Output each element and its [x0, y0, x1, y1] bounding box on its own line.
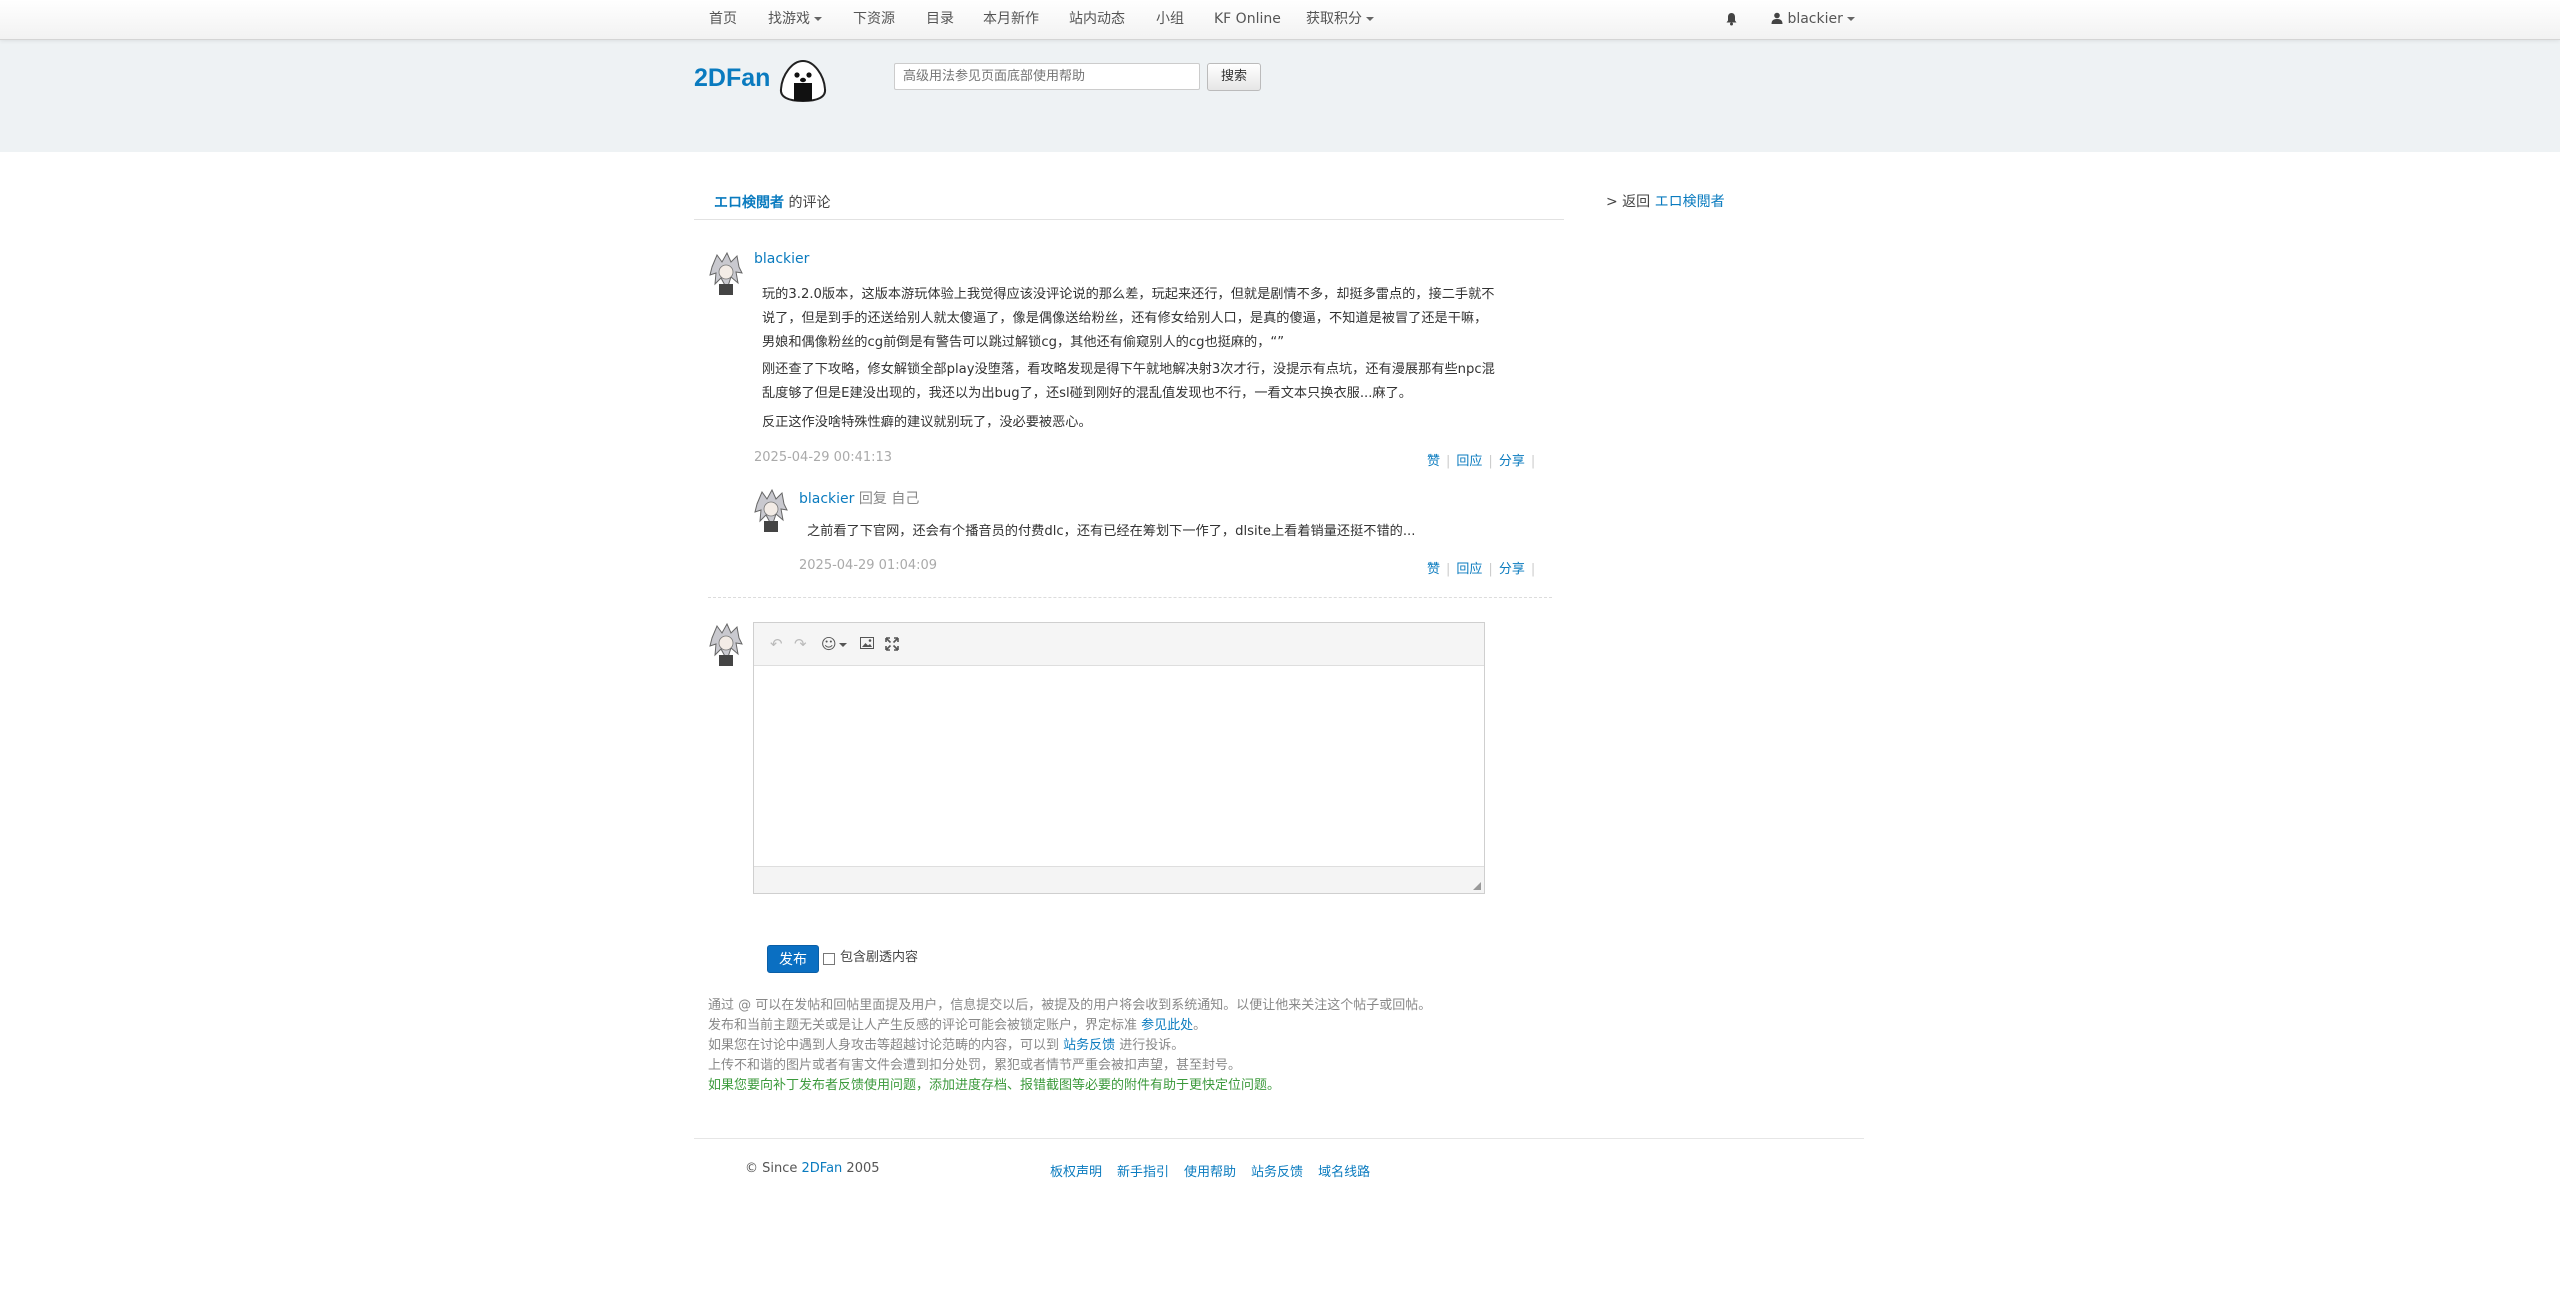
- chevron-down-icon: [814, 17, 822, 21]
- chevron-down-icon: [838, 642, 847, 647]
- nav-site-activity[interactable]: 站内动态: [1069, 0, 1125, 39]
- redo-icon[interactable]: ↷: [794, 635, 807, 653]
- note-upload: 上传不和谐的图片或者有害文件会遭到扣分处罚，累犯或者情节严重会被扣声望，甚至封号…: [708, 1058, 1242, 1073]
- note-mention: 通过 @ 可以在发帖和回帖里面提及用户，信息提交以后，被提及的用户将会收到系统通…: [708, 998, 1432, 1013]
- back-game-link[interactable]: エロ検閲者: [1655, 194, 1725, 210]
- header-band: [0, 39, 2560, 152]
- action-separator: |: [1446, 562, 1451, 577]
- share-button[interactable]: 分享: [1499, 562, 1525, 577]
- action-separator: |: [1446, 454, 1451, 469]
- comment-actions: 赞 | 回应 | 分享 |: [1427, 450, 1541, 469]
- reply-header: blackier 回复 自己: [799, 488, 919, 508]
- comment-line: 男娘和偶像粉丝的cg前倒是有警告可以跳过解锁cg，其他还有偷窥别人的cg也挺麻的…: [762, 335, 1285, 350]
- reply-username[interactable]: blackier: [799, 491, 854, 507]
- comment-body: 玩的3.2.0版本，这版本游玩体验上我觉得应该没评论说的那么差，玩起来还行，但就…: [762, 283, 1495, 435]
- avatar: [707, 622, 745, 666]
- action-separator: |: [1530, 454, 1536, 469]
- nav-get-points-label: 获取积分: [1306, 11, 1362, 27]
- footer-link-feedback[interactable]: 站务反馈: [1251, 1165, 1303, 1180]
- feedback-link[interactable]: 站务反馈: [1063, 1038, 1115, 1053]
- footer-links: 板权声明 新手指引 使用帮助 站务反馈 域名线路: [1050, 1161, 1385, 1180]
- user-menu[interactable]: blackier: [1771, 0, 1855, 39]
- reply-hint: 回复 自己: [854, 491, 920, 507]
- note-rules: 发布和当前主题无关或是让人产生反感的评论可能会被锁定账户，界定标准 参见此处。: [708, 1014, 1206, 1033]
- footer-copy-prefix: © Since: [745, 1161, 802, 1176]
- nav-groups[interactable]: 小组: [1156, 0, 1184, 39]
- share-button[interactable]: 分享: [1499, 454, 1525, 469]
- comment-line: 玩的3.2.0版本，这版本游玩体验上我觉得应该没评论说的那么差，玩起来还行，但就…: [762, 287, 1495, 302]
- footer-link-domains[interactable]: 域名线路: [1318, 1165, 1370, 1180]
- nav-catalog[interactable]: 目录: [926, 0, 954, 39]
- reply-timestamp: 2025-04-29 01:04:09: [799, 558, 938, 573]
- breadcrumb-game-link[interactable]: エロ検閲者: [714, 195, 784, 211]
- avatar[interactable]: [752, 488, 790, 532]
- footer-link-copyright[interactable]: 板权声明: [1050, 1165, 1102, 1180]
- note-report-end: 进行投诉。: [1115, 1038, 1185, 1053]
- action-separator: |: [1530, 562, 1536, 577]
- footer-divider: [694, 1138, 1864, 1139]
- comment-line: 刚还查了下攻略，修女解锁全部play没堕落，看攻略发现是得下午就地解决射3次才行…: [762, 362, 1495, 377]
- reply-body: 之前看了下官网，还会有个播音员的付费dlc，还有已经在筹划下一作了，dlsite…: [807, 524, 1416, 539]
- image-icon[interactable]: [860, 637, 874, 649]
- title-divider: [694, 219, 1564, 220]
- nav-new-this-month[interactable]: 本月新作: [983, 0, 1039, 39]
- search-input[interactable]: [894, 63, 1200, 90]
- like-button[interactable]: 赞: [1427, 562, 1440, 577]
- footer-link-help[interactable]: 使用帮助: [1184, 1165, 1236, 1180]
- comment-timestamp: 2025-04-29 00:41:13: [754, 450, 893, 465]
- respond-button[interactable]: 回应: [1456, 562, 1482, 577]
- resize-handle[interactable]: [1473, 882, 1481, 890]
- breadcrumb-suffix: 的评论: [784, 195, 831, 211]
- comment-line: 乱度够了但是E建没出现的，我还以为出bug了，还sl碰到刚好的混乱值发现也不行，…: [762, 386, 1412, 401]
- action-separator: |: [1488, 562, 1493, 577]
- reply-actions: 赞 | 回应 | 分享 |: [1427, 558, 1541, 577]
- note-rules-end: 。: [1193, 1018, 1207, 1033]
- footer-copy-year: 2005: [842, 1161, 880, 1176]
- back-prefix: > 返回: [1606, 194, 1655, 210]
- like-button[interactable]: 赞: [1427, 454, 1440, 469]
- undo-icon[interactable]: ↶: [770, 635, 783, 653]
- site-logo[interactable]: 2DFan: [694, 64, 770, 93]
- fullscreen-icon[interactable]: [885, 637, 899, 651]
- footer-copyright: © Since 2DFan 2005: [745, 1161, 880, 1176]
- user-menu-name: blackier: [1787, 11, 1843, 27]
- search-button[interactable]: 搜索: [1207, 63, 1261, 91]
- back-link: > 返回 エロ検閲者: [1606, 191, 1725, 211]
- editor-toolbar: ↶ ↷ ☺: [754, 623, 1484, 666]
- footer-brand-link[interactable]: 2DFan: [802, 1161, 843, 1176]
- nav-downloads[interactable]: 下资源: [853, 0, 895, 39]
- note-report: 如果您在讨论中遇到人身攻击等超越讨论范畴的内容，可以到 站务反馈 进行投诉。: [708, 1034, 1184, 1053]
- spoiler-label: 包含剧透内容: [840, 950, 919, 965]
- comment-editor: ↶ ↷ ☺: [753, 622, 1485, 894]
- spoiler-checkbox[interactable]: [823, 953, 835, 965]
- nav-kf-online[interactable]: KF Online: [1214, 0, 1281, 39]
- comment-line: 反正这作没啥特殊性癖的建议就别玩了，没必要被恶心。: [762, 415, 1092, 430]
- nav-home[interactable]: 首页: [709, 0, 737, 39]
- user-icon: [1771, 12, 1783, 24]
- note-report-text: 如果您在讨论中遇到人身攻击等超越讨论范畴的内容，可以到: [708, 1038, 1064, 1053]
- emoji-icon[interactable]: ☺: [821, 635, 847, 653]
- note-patch-feedback: 如果您要向补丁发布者反馈使用问题，添加进度存档、报错截图等必要的附件有助于更快定…: [708, 1078, 1281, 1093]
- nav-find-games-label: 找游戏: [768, 11, 810, 27]
- note-rules-text: 发布和当前主题无关或是让人产生反感的评论可能会被锁定账户，界定标准: [708, 1018, 1142, 1033]
- breadcrumb: エロ検閲者 的评论: [714, 192, 830, 212]
- thread-divider: [708, 597, 1552, 598]
- editor-textarea[interactable]: [754, 665, 1484, 867]
- respond-button[interactable]: 回应: [1456, 454, 1482, 469]
- chevron-down-icon: [1846, 17, 1855, 21]
- comment-username[interactable]: blackier: [754, 251, 809, 267]
- chevron-down-icon: [1366, 17, 1374, 21]
- bell-icon[interactable]: [1725, 12, 1738, 26]
- mascot-logo-icon[interactable]: [778, 59, 828, 103]
- editor-statusbar: [754, 866, 1484, 893]
- rules-link[interactable]: 参见此处: [1141, 1018, 1193, 1033]
- footer-link-newbie-guide[interactable]: 新手指引: [1117, 1165, 1169, 1180]
- action-separator: |: [1488, 454, 1493, 469]
- top-navbar: 首页 找游戏 下资源 目录 本月新作 站内动态 小组 KF Online 获取积…: [0, 0, 2560, 40]
- nav-get-points[interactable]: 获取积分: [1306, 0, 1374, 39]
- comment-line: 说了，但是到手的还送给别人就太傻逼了，像是偶像送给粉丝，还有修女给别人口，是真的…: [762, 311, 1488, 326]
- avatar[interactable]: [707, 251, 745, 295]
- publish-button[interactable]: 发布: [767, 945, 819, 973]
- nav-find-games[interactable]: 找游戏: [768, 0, 822, 39]
